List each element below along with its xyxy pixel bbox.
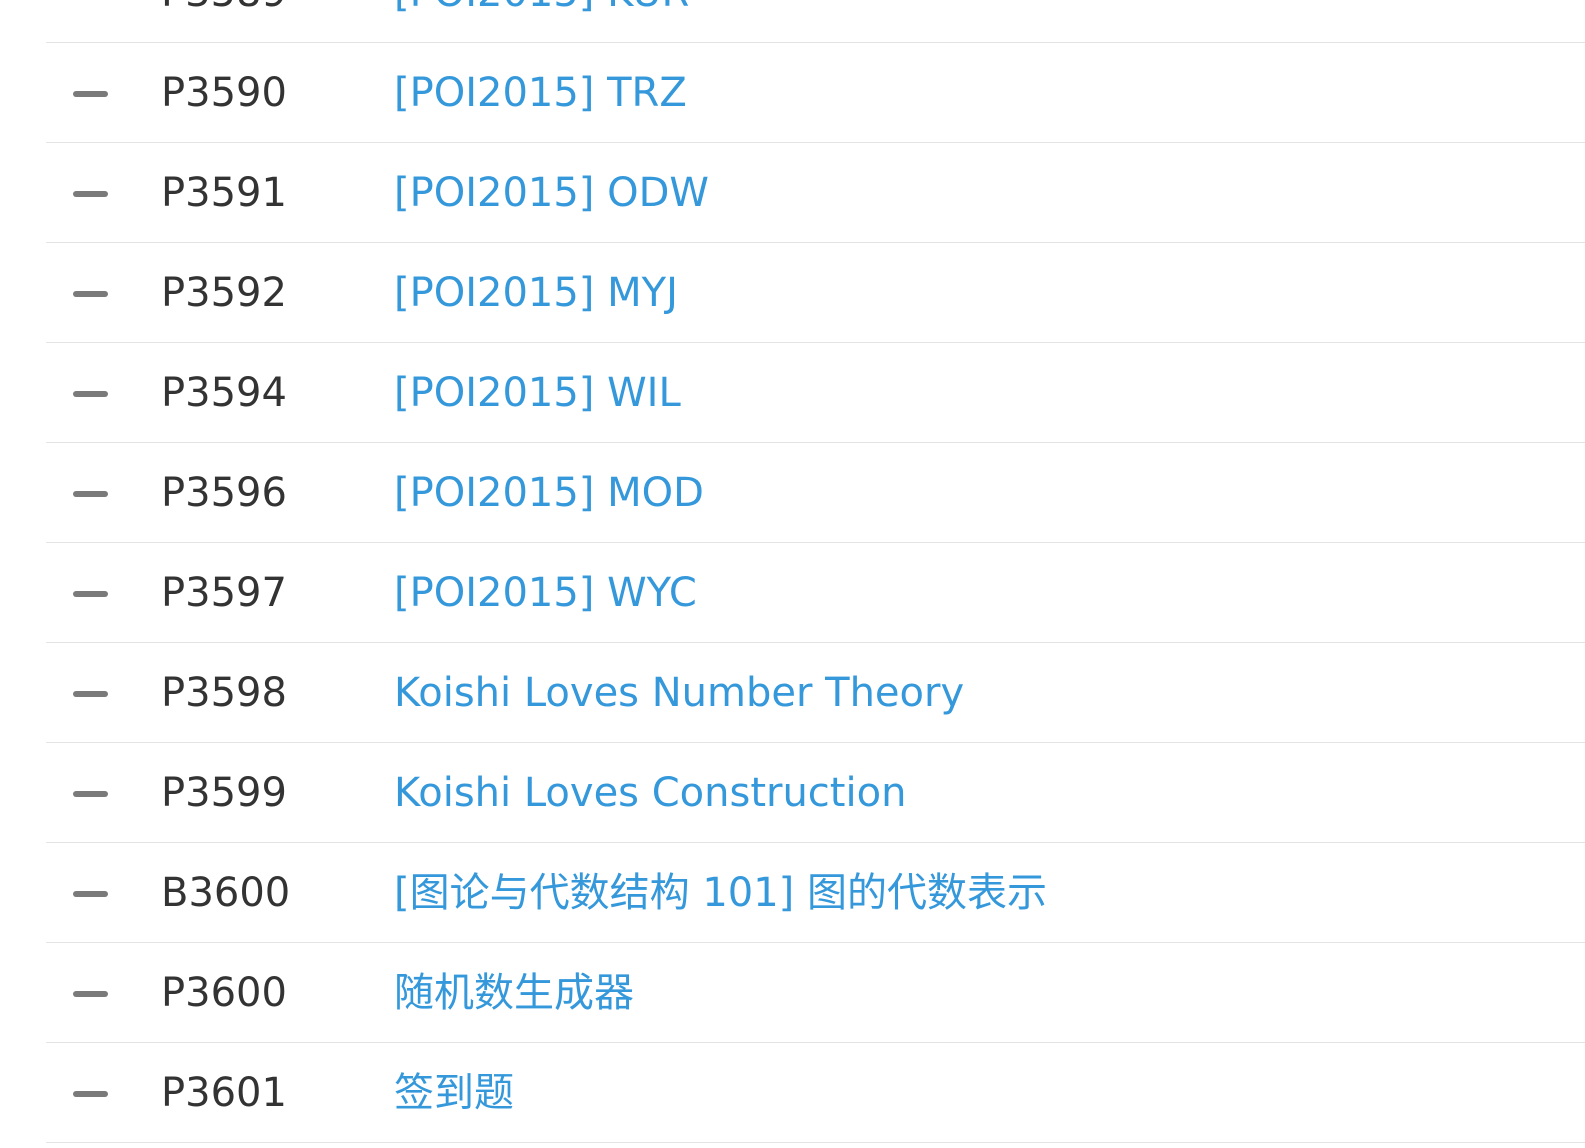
minus-icon	[73, 191, 108, 197]
minus-icon	[73, 591, 108, 597]
problem-title-link[interactable]: Koishi Loves Construction	[394, 743, 906, 843]
table-row: P3592 [POI2015] MYJ	[46, 243, 1585, 343]
table-row: P3596 [POI2015] MOD	[46, 443, 1585, 543]
table-row: P3601 签到题	[46, 1043, 1585, 1143]
problem-title-link[interactable]: [POI2015] MYJ	[394, 243, 678, 343]
minus-icon	[73, 391, 108, 397]
problem-id: P3599	[161, 770, 287, 816]
problem-title-link[interactable]: Koishi Loves Number Theory	[394, 643, 964, 743]
table-row: B3600 [图论与代数结构 101] 图的代数表示	[46, 843, 1585, 943]
problem-id: P3591	[161, 170, 287, 216]
problem-title-link[interactable]: 签到题	[394, 1043, 514, 1143]
minus-icon	[73, 1091, 108, 1097]
problem-id: P3601	[161, 1070, 287, 1116]
problem-title-link[interactable]: 随机数生成器	[394, 943, 634, 1043]
minus-icon	[73, 491, 108, 497]
table-row: P3594 [POI2015] WIL	[46, 343, 1585, 443]
problem-id: P3589	[161, 0, 287, 43]
problem-title-link[interactable]: [图论与代数结构 101] 图的代数表示	[394, 843, 1047, 943]
problem-id: P3598	[161, 670, 287, 716]
problem-title-link[interactable]: [POI2015] WIL	[394, 343, 681, 443]
minus-icon	[73, 91, 108, 97]
minus-icon	[73, 791, 108, 797]
problem-title-link[interactable]: [POI2015] WYC	[394, 543, 697, 643]
minus-icon	[73, 991, 108, 997]
table-row: P3597 [POI2015] WYC	[46, 543, 1585, 643]
problem-title-link[interactable]: [POI2015] ODW	[394, 143, 709, 243]
minus-icon	[73, 291, 108, 297]
table-row: P3589 [POI2015] KUR	[46, 0, 1585, 43]
table-row: P3591 [POI2015] ODW	[46, 143, 1585, 243]
problem-id: P3596	[161, 470, 287, 516]
problem-list: P3589 [POI2015] KUR P3590 [POI2015] TRZ …	[46, 0, 1585, 1143]
minus-icon	[73, 691, 108, 697]
minus-icon	[73, 891, 108, 897]
problem-id: P3594	[161, 370, 287, 416]
problem-id: P3590	[161, 70, 287, 116]
problem-title-link[interactable]: [POI2015] MOD	[394, 443, 704, 543]
problem-title-link[interactable]: [POI2015] KUR	[394, 0, 689, 43]
problem-id: B3600	[161, 870, 291, 916]
table-row: P3598 Koishi Loves Number Theory	[46, 643, 1585, 743]
table-row: P3590 [POI2015] TRZ	[46, 43, 1585, 143]
table-row: P3599 Koishi Loves Construction	[46, 743, 1585, 843]
problem-id: P3592	[161, 270, 287, 316]
table-row: P3600 随机数生成器	[46, 943, 1585, 1043]
problem-title-link[interactable]: [POI2015] TRZ	[394, 43, 687, 143]
problem-id: P3597	[161, 570, 287, 616]
problem-id: P3600	[161, 970, 287, 1016]
